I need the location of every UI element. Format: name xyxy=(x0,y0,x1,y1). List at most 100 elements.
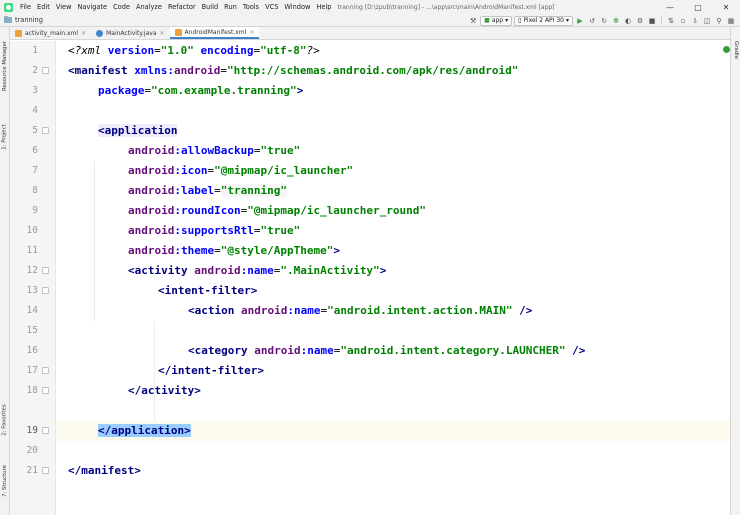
tool-tab-favorites[interactable]: 2: Favorites xyxy=(0,397,10,443)
code-text: </manifest> xyxy=(68,461,141,481)
assistant-icon[interactable]: ▦ xyxy=(726,16,736,26)
search-icon[interactable]: ⚲ xyxy=(714,16,724,26)
fold-toggle-icon[interactable] xyxy=(42,427,49,434)
menu-file[interactable]: File xyxy=(17,3,34,11)
token: :label xyxy=(174,184,215,197)
line-number: 4 xyxy=(32,105,38,116)
token: :roundIcon xyxy=(174,204,241,217)
debug-icon[interactable]: ❁ xyxy=(611,16,621,26)
token: android xyxy=(240,304,288,317)
tab-activity-main-xml[interactable]: activity_main.xml ✕ xyxy=(10,27,91,39)
right-tool-strip: Gradle xyxy=(730,27,740,515)
fold-toggle-icon[interactable] xyxy=(42,267,49,274)
close-icon[interactable]: ✕ xyxy=(712,0,740,14)
token: "android.intent.category.LAUNCHER" xyxy=(340,344,566,357)
token: </manifest> xyxy=(68,464,141,477)
code-text: android:theme="@style/AppTheme"> xyxy=(128,241,340,261)
inspection-ok-icon[interactable] xyxy=(723,46,730,53)
sync-gradle-icon[interactable]: ⇅ xyxy=(666,16,676,26)
code-text-area[interactable]: 1 <?xml version="1.0" encoding="utf-8"?>… xyxy=(27,41,730,515)
menu-analyze[interactable]: Analyze xyxy=(133,3,165,11)
main-toolbar: ⚒ ■ app ▾ ▯ Pixel 2 API 30 ▾ ▶ ↺ ↻ ❁ ◐ ⚙… xyxy=(468,15,736,26)
token: "true" xyxy=(260,144,301,157)
token: = xyxy=(220,64,227,77)
token: :allowBackup xyxy=(174,144,254,157)
device-select[interactable]: ▯ Pixel 2 API 30 ▾ xyxy=(514,15,573,26)
token: <?xml xyxy=(68,44,108,57)
hammer-icon[interactable]: ⚒ xyxy=(468,16,478,26)
line-number: 1 xyxy=(32,45,38,56)
stop-icon[interactable]: ■ xyxy=(647,16,657,26)
token: encoding xyxy=(200,44,254,57)
fold-toggle-icon[interactable] xyxy=(42,287,49,294)
tool-tab-project[interactable]: 1: Project xyxy=(0,115,10,159)
line-number: 10 xyxy=(26,225,38,236)
tab-main-activity-java[interactable]: MainActivity.java ✕ xyxy=(91,27,169,39)
code-text: </activity> xyxy=(128,381,201,401)
tool-tab-structure[interactable]: 7: Structure xyxy=(0,459,10,503)
minimize-icon[interactable]: — xyxy=(656,0,684,14)
menu-build[interactable]: Build xyxy=(199,3,222,11)
code-line: 10 android:supportsRtl="true" xyxy=(27,221,730,241)
sdk-manager-icon[interactable]: ⇩ xyxy=(690,16,700,26)
code-editor[interactable]: 1 <?xml version="1.0" encoding="utf-8"?>… xyxy=(10,41,730,515)
breadcrumb-project[interactable]: tranning xyxy=(15,16,43,24)
tab-android-manifest[interactable]: AndroidManifest.xml ✕ xyxy=(169,27,260,39)
line-number: 13 xyxy=(26,285,38,296)
fold-toggle-icon[interactable] xyxy=(42,467,49,474)
attach-debugger-icon[interactable]: ⚙ xyxy=(635,16,645,26)
code-line: 16 <category android:name="android.inten… xyxy=(27,341,730,361)
line-number: 14 xyxy=(26,305,38,316)
menu-vcs[interactable]: VCS xyxy=(262,3,281,11)
close-icon[interactable]: ✕ xyxy=(160,30,165,37)
menu-tools[interactable]: Tools xyxy=(240,3,262,11)
code-text: package="com.example.tranning"> xyxy=(98,81,303,101)
navigation-bar: tranning ⚒ ■ app ▾ ▯ Pixel 2 API 30 ▾ ▶ … xyxy=(0,14,740,27)
line-number: 6 xyxy=(32,145,38,156)
token: > xyxy=(379,264,387,277)
tool-tab-gradle[interactable]: Gradle xyxy=(731,35,740,65)
token: ?> xyxy=(306,44,320,57)
token: = xyxy=(214,244,221,257)
run-config-select[interactable]: ■ app ▾ xyxy=(480,15,513,26)
code-text: android:icon="@mipmap/ic_launcher" xyxy=(128,161,353,181)
close-icon[interactable]: ✕ xyxy=(249,29,254,36)
apply-changes-icon[interactable]: ↺ xyxy=(587,16,597,26)
menu-help[interactable]: Help xyxy=(313,3,334,11)
line-number: 17 xyxy=(26,365,38,376)
menu-navigate[interactable]: Navigate xyxy=(74,3,110,11)
close-icon[interactable]: ✕ xyxy=(81,30,86,37)
layout-inspector-icon[interactable]: ◫ xyxy=(702,16,712,26)
fold-toggle-icon[interactable] xyxy=(42,387,49,394)
code-text: <activity android:name=".MainActivity"> xyxy=(128,261,386,281)
menu-bar: File Edit View Navigate Code Analyze Ref… xyxy=(0,0,740,14)
menu-code[interactable]: Code xyxy=(110,3,133,11)
fold-toggle-icon[interactable] xyxy=(42,367,49,374)
menu-refactor[interactable]: Refactor xyxy=(165,3,199,11)
profile-icon[interactable]: ◐ xyxy=(623,16,633,26)
token: <activity xyxy=(128,264,195,277)
fold-toggle-icon[interactable] xyxy=(42,67,49,74)
run-icon[interactable]: ▶ xyxy=(575,16,585,26)
token: </application> xyxy=(98,424,191,437)
menu-view[interactable]: View xyxy=(53,3,75,11)
token: "@mipmap/ic_launcher_round" xyxy=(247,204,427,217)
code-line: 8 android:label="tranning" xyxy=(32,181,730,201)
breadcrumb[interactable]: tranning xyxy=(4,16,43,24)
avd-manager-icon[interactable]: ▫ xyxy=(678,16,688,26)
maximize-icon[interactable]: □ xyxy=(684,0,712,14)
code-line: 17 </intent-filter> xyxy=(27,361,730,381)
menu-window[interactable]: Window xyxy=(281,3,313,11)
token: android xyxy=(128,224,175,237)
token: android xyxy=(128,164,175,177)
token: android xyxy=(194,264,241,277)
left-tool-strip: Resource Manager 1: Project 2: Favorites… xyxy=(0,27,10,515)
apply-code-changes-icon[interactable]: ↻ xyxy=(599,16,609,26)
tool-tab-resource-manager[interactable]: Resource Manager xyxy=(0,35,10,97)
fold-toggle-icon[interactable] xyxy=(42,127,49,134)
menu-run[interactable]: Run xyxy=(221,3,240,11)
token: :theme xyxy=(174,244,215,257)
token: android xyxy=(128,244,175,257)
menu-edit[interactable]: Edit xyxy=(34,3,53,11)
code-line: 20 xyxy=(27,441,730,461)
